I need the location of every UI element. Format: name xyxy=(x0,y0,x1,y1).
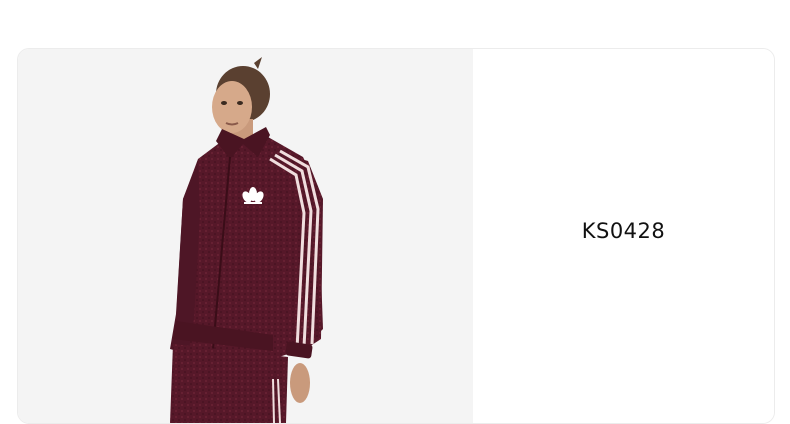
product-info: KS0428 xyxy=(473,49,774,423)
product-image[interactable] xyxy=(18,49,473,423)
product-sku: KS0428 xyxy=(581,219,666,243)
product-card[interactable]: KS0428 xyxy=(17,48,775,424)
model-photo xyxy=(170,57,323,423)
